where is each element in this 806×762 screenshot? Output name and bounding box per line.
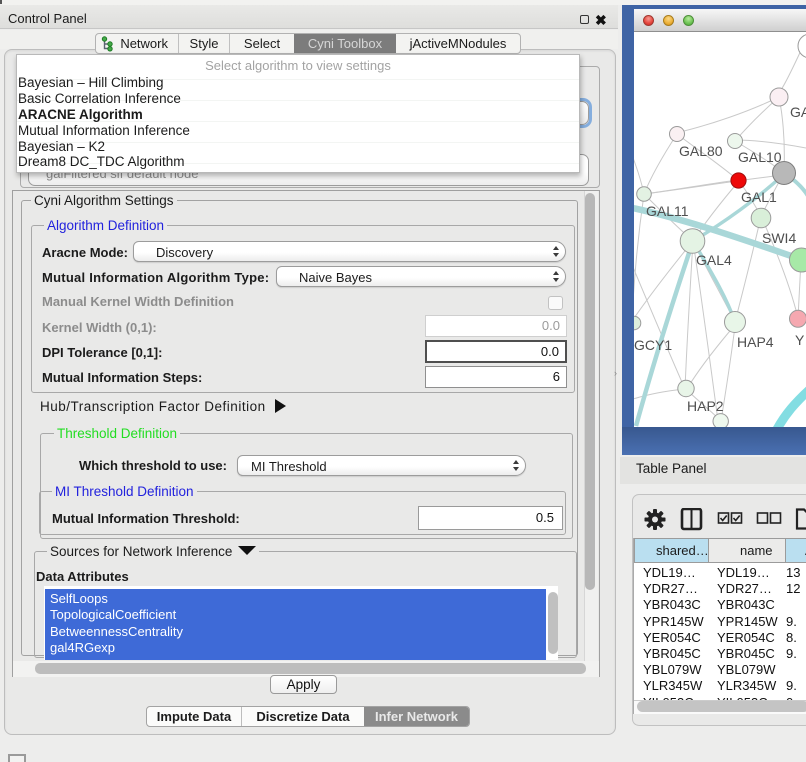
svg-text:GCY1: GCY1 [634,337,672,353]
svg-text:GAL11: GAL11 [646,203,689,219]
svg-text:GAL10: GAL10 [738,149,782,165]
svg-text:Y: Y [795,332,805,348]
svg-text:GAL80: GAL80 [679,143,723,159]
svg-text:GAL4: GAL4 [696,252,732,268]
svg-text:GAL1: GAL1 [741,189,777,205]
svg-text:HAP4: HAP4 [737,334,774,350]
svg-text:SWI4: SWI4 [762,230,796,246]
svg-text:GAL: GAL [790,104,806,120]
svg-text:HAP2: HAP2 [687,398,724,414]
